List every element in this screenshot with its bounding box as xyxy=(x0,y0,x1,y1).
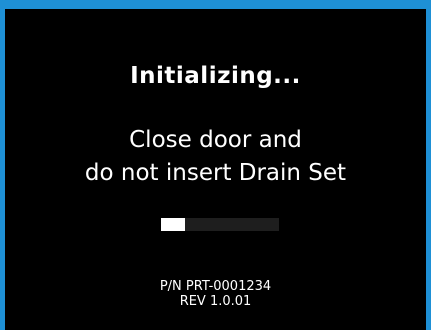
display-screen: Initializing... Close door and do not in… xyxy=(5,9,426,330)
version-info: P/N PRT-0001234 REV 1.0.01 xyxy=(5,279,426,309)
device-display-frame: Initializing... Close door and do not in… xyxy=(0,0,431,330)
instruction-message: Close door and do not insert Drain Set xyxy=(5,124,426,190)
revision-number: REV 1.0.01 xyxy=(179,294,252,309)
status-title: Initializing... xyxy=(130,63,301,89)
part-number: P/N PRT-0001234 xyxy=(159,279,272,294)
instruction-line-2: do not insert Drain Set xyxy=(84,160,347,186)
progress-bar xyxy=(161,218,279,231)
progress-bar-fill xyxy=(161,218,185,231)
instruction-line-1: Close door and xyxy=(129,127,302,153)
